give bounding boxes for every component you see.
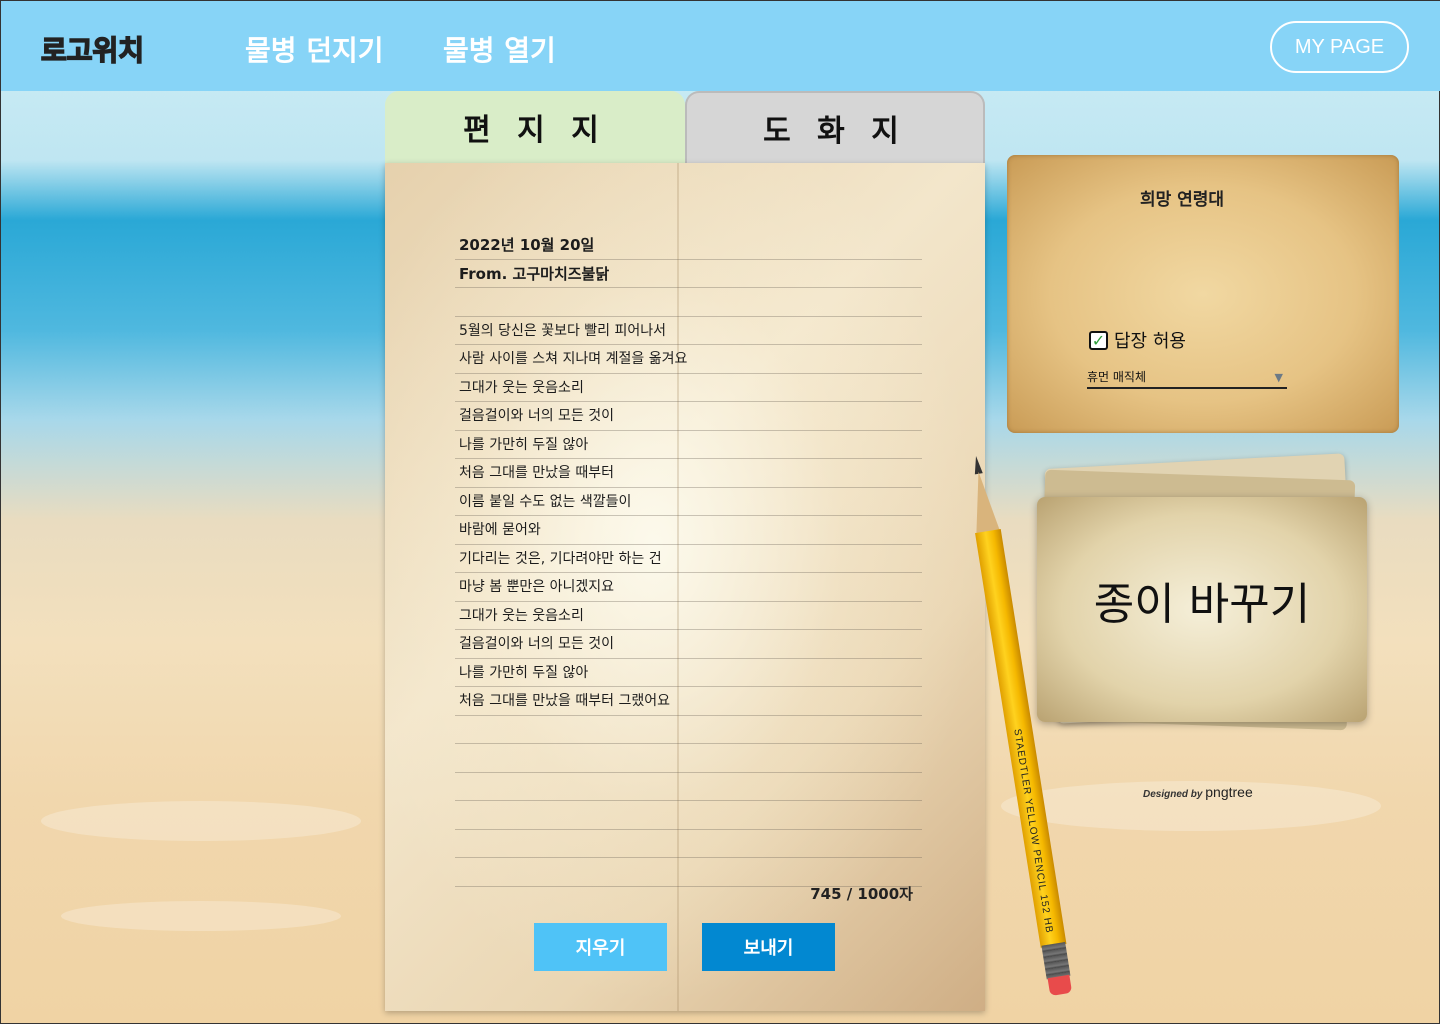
change-paper-button[interactable]: 종이 바꾸기 [1037,497,1367,722]
letter-line: 마냥 봄 뿐만은 아니겠지요 [455,573,922,602]
letter-line [455,801,922,830]
letter-line: 처음 그대를 만났을 때부터 그랬어요 [455,687,922,716]
letter-line: 처음 그대를 만났을 때부터 [455,459,922,488]
letter-line: 5월의 당신은 꽃보다 빨리 피어나서 [455,317,922,345]
font-select-value: 휴먼 매직체 [1087,370,1147,384]
credit-brand: pngtree [1205,784,1253,800]
letter-textarea[interactable]: 2022년 10월 20일 From. 고구마치즈불닭 5월의 당신은 꽃보다 … [455,231,922,887]
pencil-ferrule [1041,942,1071,980]
letter-line: 걸음걸이와 너의 모든 것이 [455,630,922,659]
erase-button[interactable]: 지우기 [534,923,667,971]
tab-drawing-paper[interactable]: 도 화 지 [685,91,985,163]
letter-line [455,716,922,744]
nav-open-bottle[interactable]: 물병 열기 [443,29,556,69]
pencil-label: STAEDTLER YELLOW PENCIL 152 HB [1011,728,1055,935]
logo[interactable]: 로고위치 [40,29,145,69]
letter-line: 나를 가만히 두질 않아 [455,659,922,687]
tab-letter-paper[interactable]: 편 지 지 [385,91,685,163]
char-counter: 745 / 1000자 [810,885,913,903]
design-credit: Designed by pngtree [1143,784,1253,800]
letter-line [455,830,922,858]
letter-line: 그대가 웃는 웃음소리 [455,374,922,402]
age-range-title: 희망 연령대 [1139,190,1225,210]
letter-date: 2022년 10월 20일 [455,231,922,260]
letter-line: 걸음걸이와 너의 모든 것이 [455,402,922,431]
sand-ripple [61,901,341,931]
reply-allow-row[interactable]: ✓ 답장 허용 [1089,327,1186,353]
letter-line: 이름 붙일 수도 없는 색깔들이 [455,488,922,516]
check-icon: ✓ [1091,330,1106,350]
pencil-eraser [1047,974,1073,997]
letter-from: From. 고구마치즈불닭 [455,260,922,288]
letter-line: 그대가 웃는 웃음소리 [455,602,922,630]
dropdown-arrow-icon: ▼ [1274,371,1283,384]
reply-allow-label: 답장 허용 [1114,331,1186,352]
send-button[interactable]: 보내기 [702,923,835,971]
letter-line: 나를 가만히 두질 않아 [455,431,922,459]
font-select[interactable]: 휴먼 매직체 ▼ [1087,365,1287,389]
letter-line: 바람에 묻어와 [455,516,922,545]
letter-line [455,773,922,801]
letter-line [455,744,922,773]
my-page-button[interactable]: MY PAGE [1270,21,1409,73]
sand-ripple [41,801,361,841]
nav-throw-bottle[interactable]: 물병 던지기 [245,29,384,69]
credit-prefix: Designed by [1143,789,1203,800]
letter-line: 사람 사이를 스쳐 지나며 계절을 옮겨요 [455,345,922,374]
letter-line: 기다리는 것은, 기다려야만 하는 건 [455,545,922,573]
letter-paper: 2022년 10월 20일 From. 고구마치즈불닭 5월의 당신은 꽃보다 … [385,163,985,1011]
reply-allow-checkbox[interactable]: ✓ [1089,330,1108,350]
top-navigation-bar: 로고위치 물병 던지기 물병 열기 MY PAGE [1,1,1440,91]
change-paper-label: 종이 바꾸기 [1093,578,1311,630]
settings-card: 희망 연령대 ✓ 답장 허용 휴먼 매직체 ▼ [1007,155,1399,433]
letter-line [455,288,922,317]
